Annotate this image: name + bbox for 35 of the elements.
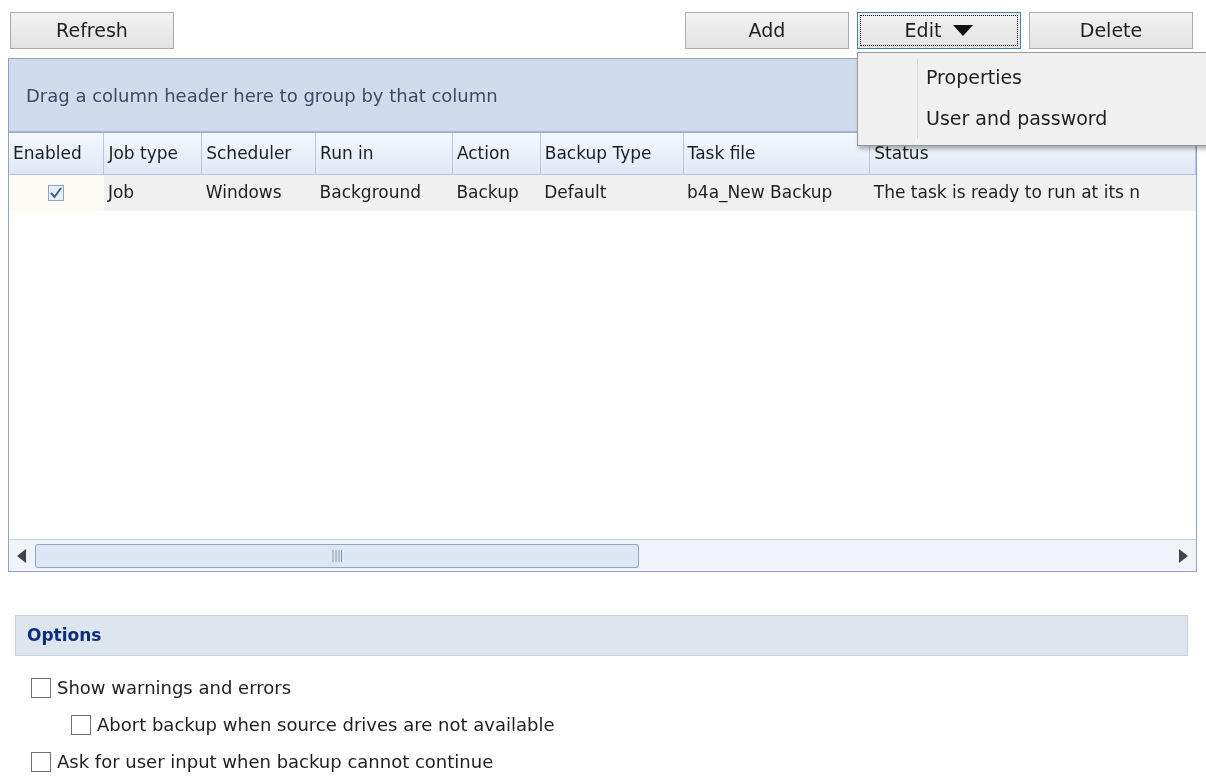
horizontal-scrollbar[interactable] <box>9 539 1196 571</box>
table-cell: Background <box>315 174 453 211</box>
column-header[interactable]: Scheduler <box>201 133 316 174</box>
checkbox[interactable] <box>31 751 51 772</box>
checkbox-label: Abort backup when source drives are not available <box>97 713 555 737</box>
menu-item[interactable]: Properties <box>926 63 1108 92</box>
checkbox[interactable] <box>71 714 91 735</box>
checkbox[interactable] <box>31 677 51 698</box>
toolbar-button[interactable]: Delete <box>1029 11 1193 49</box>
caret-icon <box>953 24 974 36</box>
table-cell: Windows <box>201 174 316 211</box>
checkbox-label: Ask for user input when backup cannot continue <box>57 750 494 774</box>
scroll-left-icon[interactable] <box>17 548 27 563</box>
column-header[interactable]: Enabled <box>9 133 104 174</box>
menu-item[interactable]: User and password <box>926 103 1108 132</box>
column-header[interactable]: Job type <box>103 133 202 174</box>
refresh-button[interactable]: Refresh <box>10 11 174 49</box>
edit-dropdown-button[interactable]: Edit <box>857 11 1021 49</box>
table-cell: Default <box>540 174 684 211</box>
column-header[interactable]: Backup Type <box>540 133 684 174</box>
toolbar-button[interactable]: Add <box>685 11 849 49</box>
column-header[interactable]: Task file <box>683 133 870 174</box>
checkbox-label: Show warnings and errors <box>57 676 291 700</box>
table-cell: Backup <box>452 174 541 211</box>
column-header[interactable]: Action <box>452 133 541 174</box>
options-title: Options <box>27 623 102 647</box>
group-hint: Drag a column header here to group by that column <box>26 83 498 108</box>
enabled-checkbox[interactable] <box>48 185 65 201</box>
column-header[interactable]: Run in <box>315 133 453 174</box>
grip-icon <box>332 549 342 562</box>
table-cell: Job <box>103 174 202 211</box>
table-cell: b4a_New Backup <box>683 174 870 211</box>
scrollbar-thumb[interactable] <box>35 543 639 568</box>
scroll-right-icon[interactable] <box>1178 548 1188 563</box>
table-cell: The task is ready to run at its n <box>869 174 1196 211</box>
